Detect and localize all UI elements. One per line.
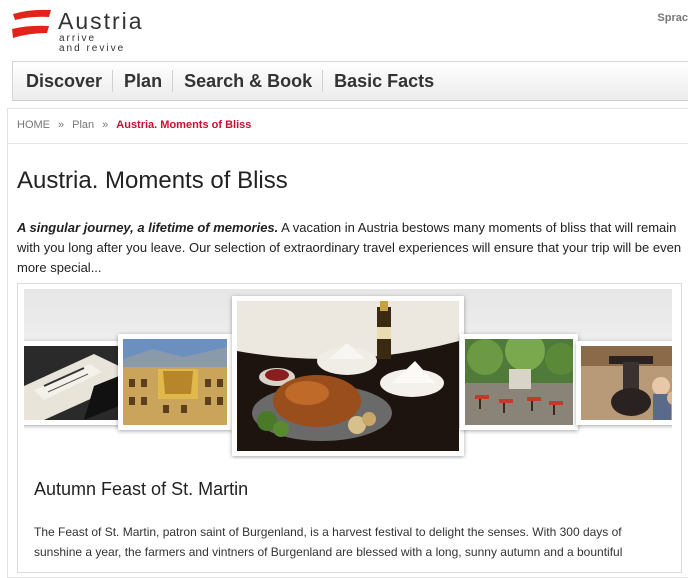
breadcrumb: HOME » Plan » Austria. Moments of Bliss (17, 119, 251, 131)
intro-paragraph: A singular journey, a lifetime of memori… (17, 218, 682, 278)
feature-title: Autumn Feast of St. Martin (34, 479, 249, 499)
carousel-thumb-wine-bottle[interactable] (24, 341, 124, 425)
carousel-thumb-wine-press[interactable] (576, 341, 672, 425)
nav-item-search-book[interactable]: Search & Book (172, 70, 322, 92)
language-link[interactable]: Sprac (657, 12, 688, 24)
image-carousel (24, 289, 672, 459)
garden-restaurant-photo-icon (465, 339, 573, 425)
golden-roof-photo-icon (123, 339, 227, 425)
feature-description: The Feast of St. Martin, patron saint of… (34, 525, 623, 559)
divider (8, 143, 688, 144)
wine-bottle-photo-icon (24, 346, 119, 420)
nav-item-discover[interactable]: Discover (13, 70, 112, 92)
breadcrumb-separator: » (58, 119, 65, 131)
logo-tagline: arrive and revive (59, 34, 125, 54)
carousel-thumb-roast-goose-feast[interactable] (232, 296, 464, 456)
breadcrumb-current: Austria. Moments of Bliss (116, 119, 252, 131)
intro-emphasis: A singular journey, a lifetime of memori… (17, 220, 279, 235)
breadcrumb-plan[interactable]: Plan (72, 119, 94, 131)
page-title: Austria. Moments of Bliss (17, 167, 288, 194)
nav-item-basic-facts[interactable]: Basic Facts (322, 70, 444, 92)
austria-logo[interactable]: Austria arrive and revive (11, 8, 171, 56)
wine-press-photo-icon (581, 346, 672, 420)
logo-wordmark: Austria (58, 8, 144, 34)
main-nav: Discover Plan Search & Book Basic Facts (12, 61, 688, 101)
breadcrumb-home[interactable]: HOME (17, 119, 50, 131)
flag-swoosh-icon (12, 9, 51, 38)
roast-goose-feast-photo-icon (237, 301, 459, 451)
nav-item-plan[interactable]: Plan (112, 70, 172, 92)
carousel-thumb-garden-restaurant[interactable] (460, 334, 578, 430)
tagline-line-2: and revive (59, 43, 126, 54)
breadcrumb-separator: » (102, 119, 109, 131)
carousel-thumb-golden-roof[interactable] (118, 334, 232, 430)
